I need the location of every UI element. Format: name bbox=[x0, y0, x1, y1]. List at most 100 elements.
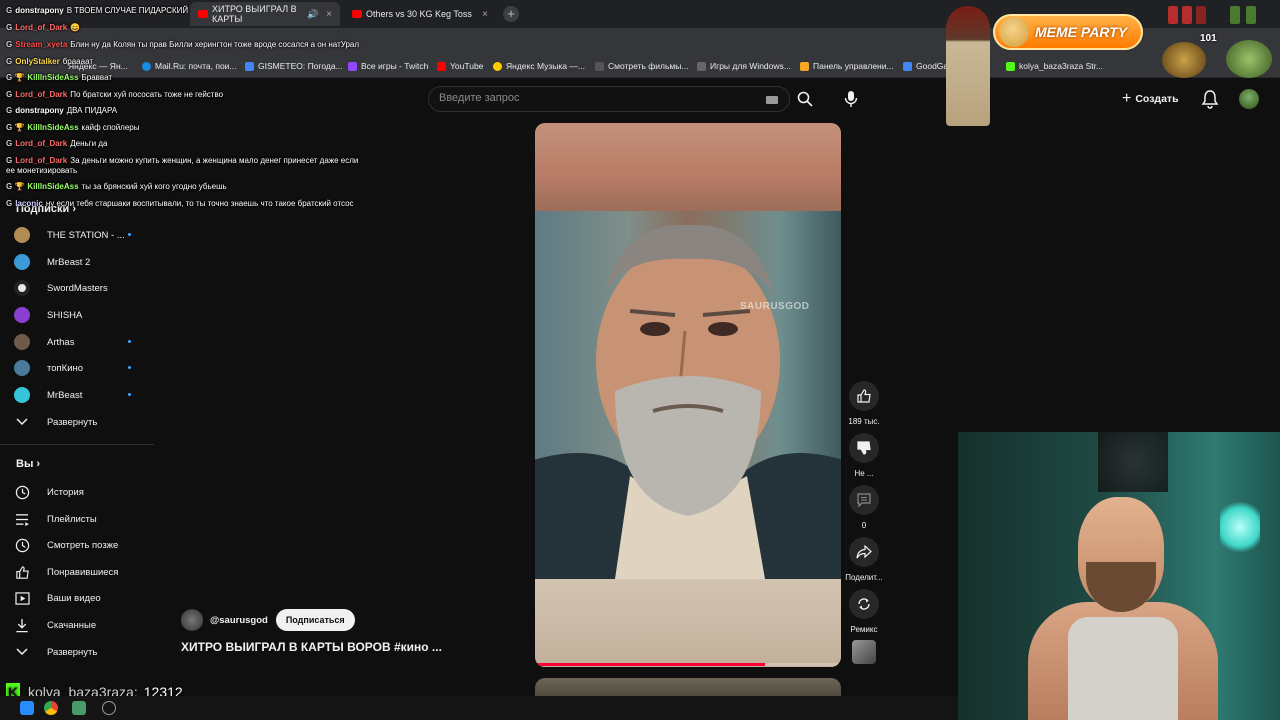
orc-emblem-icon bbox=[1226, 40, 1272, 78]
dislike-button[interactable] bbox=[849, 433, 879, 463]
sidebar-sub-arthas[interactable]: Arthas bbox=[14, 332, 154, 352]
medal-icon bbox=[1230, 6, 1240, 24]
bookmark-kick[interactable]: kolya_baza3raza Str... bbox=[1006, 61, 1103, 71]
keyboard-icon[interactable] bbox=[766, 96, 778, 104]
video-title[interactable]: ХИТРО ВЫИГРАЛ В КАРТЫ ВОРОВ #кино ... bbox=[181, 640, 442, 654]
audio-remix-thumbnail[interactable] bbox=[852, 640, 876, 664]
you-heading[interactable]: Вы › bbox=[16, 458, 40, 470]
sidebar-sub-mrbeast[interactable]: MrBeast bbox=[14, 385, 154, 405]
sidebar-sub-swordmasters[interactable]: SwordMasters bbox=[14, 278, 154, 298]
channel-avatar[interactable] bbox=[181, 609, 203, 631]
chat-message: G 🏆 KillInSideAss Бравват bbox=[6, 73, 113, 82]
sidebar-item-downloads[interactable]: Скачанные bbox=[14, 615, 154, 635]
subscribe-button[interactable]: Подписаться bbox=[275, 609, 355, 631]
sidebar-sub-the-station[interactable]: THE STATION - ... bbox=[14, 225, 154, 245]
video-icon bbox=[14, 590, 30, 606]
medal-icon bbox=[1182, 6, 1192, 24]
kick-icon bbox=[1006, 61, 1015, 71]
clock-icon bbox=[14, 537, 30, 553]
video-progress-fill bbox=[535, 663, 765, 666]
remix-action[interactable]: Ремикс bbox=[842, 589, 886, 634]
mic-icon bbox=[844, 91, 858, 107]
chat-message: G Lord_of_Dark Деньги да bbox=[6, 139, 108, 148]
remix-button[interactable] bbox=[849, 589, 879, 619]
os-taskbar bbox=[0, 696, 958, 720]
remix-icon bbox=[858, 598, 870, 610]
chevron-down-icon bbox=[14, 644, 30, 660]
shorts-player[interactable]: SAURUSGOD bbox=[535, 123, 841, 667]
g-badge-icon: G 🏆 bbox=[6, 123, 25, 132]
chat-message: G Lord_of_Dark По братски хуй пососать тож… bbox=[6, 90, 224, 99]
g-badge-icon: G bbox=[6, 6, 13, 15]
sidebar-sub-shisha[interactable]: SHISHA bbox=[14, 305, 154, 325]
chat-message: G Stream_xyeta Блин ну да Колян ты прав Би… bbox=[6, 40, 360, 49]
comment-icon bbox=[857, 493, 871, 508]
bookmark-control-panel[interactable]: Панель управлени... bbox=[800, 61, 894, 71]
new-content-dot bbox=[128, 340, 131, 343]
wax-seal-scroll-overlay bbox=[946, 6, 990, 126]
history-icon bbox=[14, 484, 30, 500]
video-progress-bar[interactable] bbox=[535, 663, 841, 666]
bookmark-games[interactable]: Игры для Windows... bbox=[697, 61, 791, 71]
close-icon[interactable]: × bbox=[482, 9, 488, 20]
sidebar-expand-you[interactable]: Развернуть bbox=[14, 642, 154, 662]
youtube-icon bbox=[198, 10, 208, 18]
tab-active[interactable]: ХИТРО ВЫИГРАЛ В КАРТЫ 🔊 × bbox=[190, 2, 340, 26]
account-avatar[interactable] bbox=[1239, 89, 1259, 109]
app-icon[interactable] bbox=[102, 701, 116, 715]
channel-name[interactable]: @saurusgod bbox=[210, 615, 268, 626]
create-button[interactable]: + Создать bbox=[1122, 87, 1188, 111]
tab-label: ХИТРО ВЫИГРАЛ В КАРТЫ bbox=[212, 4, 297, 24]
windows-start-icon[interactable] bbox=[20, 701, 34, 715]
like-action[interactable]: 189 тыс. bbox=[842, 381, 886, 426]
sidebar-item-history[interactable]: История bbox=[14, 482, 154, 502]
sidebar-sub-topkino[interactable]: топКино bbox=[14, 358, 154, 378]
bookmarks-bar: Яндекс — Ян... Mail.Ru: почта, пои... GI… bbox=[0, 56, 1280, 78]
mailru-icon bbox=[142, 61, 151, 71]
channel-avatar bbox=[14, 334, 30, 350]
bookmark-gismeteo[interactable]: GISMETEO: Погода... bbox=[245, 61, 343, 71]
sidebar-item-liked[interactable]: Понравившиеся bbox=[14, 562, 154, 582]
channel-avatar bbox=[14, 387, 30, 403]
chat-message: G 🏆 KillInSideAss кайф спойлеры bbox=[6, 123, 140, 132]
sidebar-item-watch-later[interactable]: Смотреть позже bbox=[14, 535, 154, 555]
search-input[interactable] bbox=[439, 92, 749, 104]
bookmark-yandex-music[interactable]: Яндекс Музыка —... bbox=[493, 61, 585, 71]
bookmark-twitch[interactable]: Все игры - Twitch bbox=[348, 61, 428, 71]
playlist-icon bbox=[14, 511, 30, 527]
share-button[interactable] bbox=[849, 537, 879, 567]
youtube-icon bbox=[352, 10, 362, 18]
chrome-icon[interactable] bbox=[44, 701, 58, 715]
share-action[interactable]: Поделит... bbox=[842, 537, 886, 582]
thumb-up-icon bbox=[857, 389, 871, 403]
youtube-icon bbox=[437, 61, 446, 71]
new-tab-button[interactable]: + bbox=[503, 6, 519, 22]
comments-button[interactable] bbox=[849, 485, 879, 515]
sidebar-item-your-videos[interactable]: Ваши видео bbox=[14, 588, 154, 608]
sidebar-expand-subscriptions[interactable]: Развернуть bbox=[14, 412, 154, 432]
voice-search-button[interactable] bbox=[838, 86, 864, 112]
download-icon bbox=[14, 617, 30, 633]
sidebar-sub-mrbeast2[interactable]: MrBeast 2 bbox=[14, 252, 154, 272]
comments-action[interactable]: 0 bbox=[842, 485, 886, 530]
chat-message: G Lord_of_Dark 😄 bbox=[6, 23, 81, 32]
g-badge-icon: G bbox=[6, 23, 13, 32]
g-badge-icon: G bbox=[6, 199, 13, 208]
music-icon bbox=[493, 61, 502, 71]
dislike-action[interactable]: Не ... bbox=[842, 433, 886, 478]
video-frame-top bbox=[535, 123, 841, 211]
bookmark-movies[interactable]: Смотреть фильмы... bbox=[595, 61, 688, 71]
bookmark-mailru[interactable]: Mail.Ru: почта, пои... bbox=[142, 61, 237, 71]
tab-inactive[interactable]: Others vs 30 KG Keg Toss #gym × bbox=[344, 2, 496, 26]
search-button[interactable] bbox=[790, 86, 820, 112]
close-icon[interactable]: × bbox=[326, 9, 332, 20]
bookmark-youtube[interactable]: YouTube bbox=[437, 61, 483, 71]
notifications-bell-icon[interactable] bbox=[1200, 89, 1220, 109]
like-button[interactable] bbox=[849, 381, 879, 411]
streamer-shirt bbox=[1068, 617, 1178, 720]
app-icon[interactable] bbox=[72, 701, 86, 715]
skull-flag bbox=[1098, 432, 1168, 492]
channel-avatar bbox=[14, 307, 30, 323]
sidebar-item-playlists[interactable]: Плейлисты bbox=[14, 509, 154, 529]
speaker-icon[interactable]: 🔊 bbox=[307, 9, 318, 20]
